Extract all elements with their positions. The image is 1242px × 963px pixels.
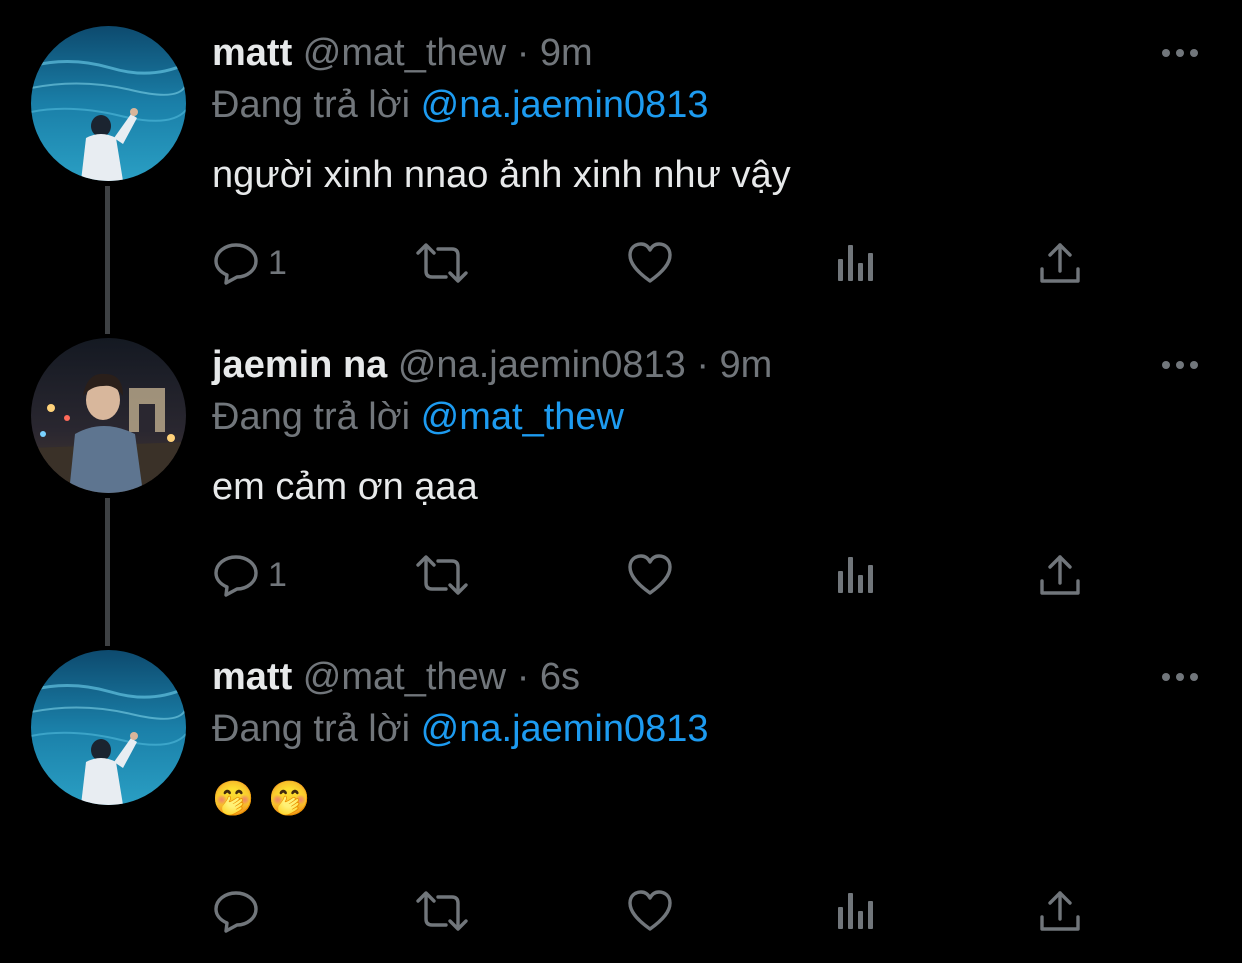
share-upload-icon bbox=[1040, 891, 1080, 931]
reply-button[interactable]: 1 bbox=[212, 233, 287, 293]
share-upload-icon bbox=[1040, 243, 1080, 283]
tweet-header: matt @mat_thew · 9m bbox=[212, 26, 593, 80]
views-bar-chart-icon bbox=[838, 557, 873, 593]
tweet[interactable]: matt @mat_thew · 6s Đang trả lời @na.jae… bbox=[0, 650, 1242, 950]
replying-to: Đang trả lời @na.jaemin0813 bbox=[212, 78, 709, 132]
user-handle[interactable]: @mat_thew bbox=[303, 32, 506, 74]
more-options-button[interactable] bbox=[1158, 662, 1202, 692]
tweet[interactable]: matt @mat_thew · 9m Đang trả lời @na.jae… bbox=[0, 26, 1242, 326]
heart-icon bbox=[628, 242, 672, 283]
more-options-button[interactable] bbox=[1158, 350, 1202, 380]
retweet-icon bbox=[416, 555, 468, 595]
action-bar: 1 bbox=[212, 233, 1092, 293]
more-dots-icon bbox=[1162, 361, 1198, 369]
views-button[interactable] bbox=[834, 545, 878, 605]
reply-bubble-icon bbox=[214, 891, 258, 933]
mention-link[interactable]: @na.jaemin0813 bbox=[421, 84, 709, 126]
reply-button[interactable]: 1 bbox=[212, 545, 287, 605]
timestamp[interactable]: 9m bbox=[720, 344, 773, 386]
retweet-icon bbox=[416, 891, 468, 931]
avatar[interactable] bbox=[31, 338, 186, 493]
more-dots-icon bbox=[1162, 49, 1198, 57]
action-bar: 1 bbox=[212, 545, 1092, 605]
separator-dot: · bbox=[516, 32, 530, 74]
mention-link[interactable]: @mat_thew bbox=[421, 396, 624, 438]
heart-icon bbox=[628, 554, 672, 595]
timestamp[interactable]: 6s bbox=[540, 656, 580, 698]
tweet-text: 🤭🤭 bbox=[212, 780, 325, 818]
reply-prefix: Đang trả lời bbox=[212, 396, 411, 438]
reply-prefix: Đang trả lời bbox=[212, 708, 411, 750]
reply-count: 1 bbox=[268, 555, 287, 594]
share-button[interactable] bbox=[1038, 881, 1082, 941]
views-bar-chart-icon bbox=[838, 245, 873, 281]
more-dots-icon bbox=[1162, 673, 1198, 681]
retweet-button[interactable] bbox=[414, 881, 470, 941]
replying-to: Đang trả lời @na.jaemin0813 bbox=[212, 702, 709, 756]
retweet-icon bbox=[416, 243, 468, 283]
heart-icon bbox=[628, 890, 672, 931]
tweet[interactable]: jaemin na @na.jaemin0813 · 9m Đang trả l… bbox=[0, 338, 1242, 638]
tweet-header: jaemin na @na.jaemin0813 · 9m bbox=[212, 338, 772, 392]
avatar[interactable] bbox=[31, 26, 186, 181]
timestamp[interactable]: 9m bbox=[540, 32, 593, 74]
tweet-header: matt @mat_thew · 6s bbox=[212, 650, 580, 704]
share-button[interactable] bbox=[1038, 545, 1082, 605]
views-button[interactable] bbox=[834, 881, 878, 941]
like-button[interactable] bbox=[626, 881, 674, 941]
reply-prefix: Đang trả lời bbox=[212, 84, 411, 126]
user-handle[interactable]: @mat_thew bbox=[303, 656, 506, 698]
reply-button[interactable] bbox=[212, 881, 268, 941]
reply-count: 1 bbox=[268, 243, 287, 282]
display-name[interactable]: matt bbox=[212, 656, 292, 698]
reply-bubble-icon bbox=[214, 555, 258, 597]
retweet-button[interactable] bbox=[414, 545, 470, 605]
like-button[interactable] bbox=[626, 233, 674, 293]
share-upload-icon bbox=[1040, 555, 1080, 595]
display-name[interactable]: matt bbox=[212, 32, 292, 74]
share-button[interactable] bbox=[1038, 233, 1082, 293]
separator-dot: · bbox=[696, 344, 709, 386]
mention-link[interactable]: @na.jaemin0813 bbox=[421, 708, 709, 750]
like-button[interactable] bbox=[626, 545, 674, 605]
views-bar-chart-icon bbox=[838, 893, 873, 929]
avatar[interactable] bbox=[31, 650, 186, 805]
display-name[interactable]: jaemin na bbox=[212, 344, 387, 386]
user-handle[interactable]: @na.jaemin0813 bbox=[398, 344, 686, 386]
reply-bubble-icon bbox=[214, 243, 258, 285]
more-options-button[interactable] bbox=[1158, 38, 1202, 68]
views-button[interactable] bbox=[834, 233, 878, 293]
retweet-button[interactable] bbox=[414, 233, 470, 293]
tweet-text: em cảm ơn ạaa bbox=[212, 466, 478, 508]
separator-dot: · bbox=[516, 656, 530, 698]
replying-to: Đang trả lời @mat_thew bbox=[212, 390, 624, 444]
tweet-text: người xinh nnao ảnh xinh như vậy bbox=[212, 154, 791, 196]
action-bar bbox=[212, 881, 1092, 941]
